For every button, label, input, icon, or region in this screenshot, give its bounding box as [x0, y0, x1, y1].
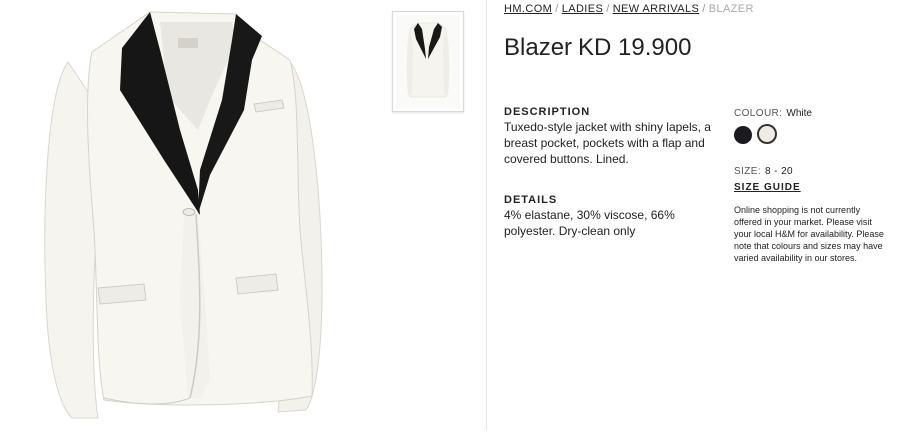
colour-swatch-white[interactable] [757, 124, 777, 144]
colour-swatch-black[interactable] [734, 126, 752, 144]
breadcrumb-ladies-link[interactable]: LADIES [562, 3, 604, 15]
product-title: Blazer KD 19.900 [504, 34, 691, 62]
breadcrumb-separator: / [606, 3, 610, 15]
breadcrumb-new-arrivals-link[interactable]: NEW ARRIVALS [613, 3, 700, 15]
breadcrumb: HM.COM / LADIES / NEW ARRIVALS / BLAZER [504, 3, 754, 15]
column-divider [486, 0, 487, 430]
breadcrumb-home-link[interactable]: HM.COM [504, 3, 552, 15]
size-guide-link[interactable]: SIZE GUIDE [734, 182, 801, 193]
details-text: 4% elastane, 30% viscose, 66% polyester.… [504, 208, 675, 238]
breadcrumb-separator: / [555, 3, 559, 15]
details-heading: DETAILS [504, 194, 558, 206]
description-text: Tuxedo-style jacket with shiny lapels, a… [504, 120, 711, 166]
colour-label: COLOUR: [734, 108, 783, 119]
product-thumbnail[interactable] [392, 11, 464, 112]
product-price: KD 19.900 [578, 34, 692, 61]
breadcrumb-current: BLAZER [708, 3, 754, 15]
description-heading: DESCRIPTION [504, 106, 591, 118]
size-label: SIZE: [734, 166, 762, 177]
breadcrumb-separator: / [702, 3, 706, 15]
product-name: Blazer [504, 34, 573, 61]
colour-value: White [786, 108, 812, 119]
size-value: 8 - 20 [765, 166, 793, 177]
size-row: SIZE: 8 - 20 [734, 166, 793, 177]
blazer-thumbnail-image [396, 15, 460, 108]
colour-row: COLOUR: White [734, 108, 812, 119]
availability-notice: Online shopping is not currently offered… [734, 205, 884, 263]
